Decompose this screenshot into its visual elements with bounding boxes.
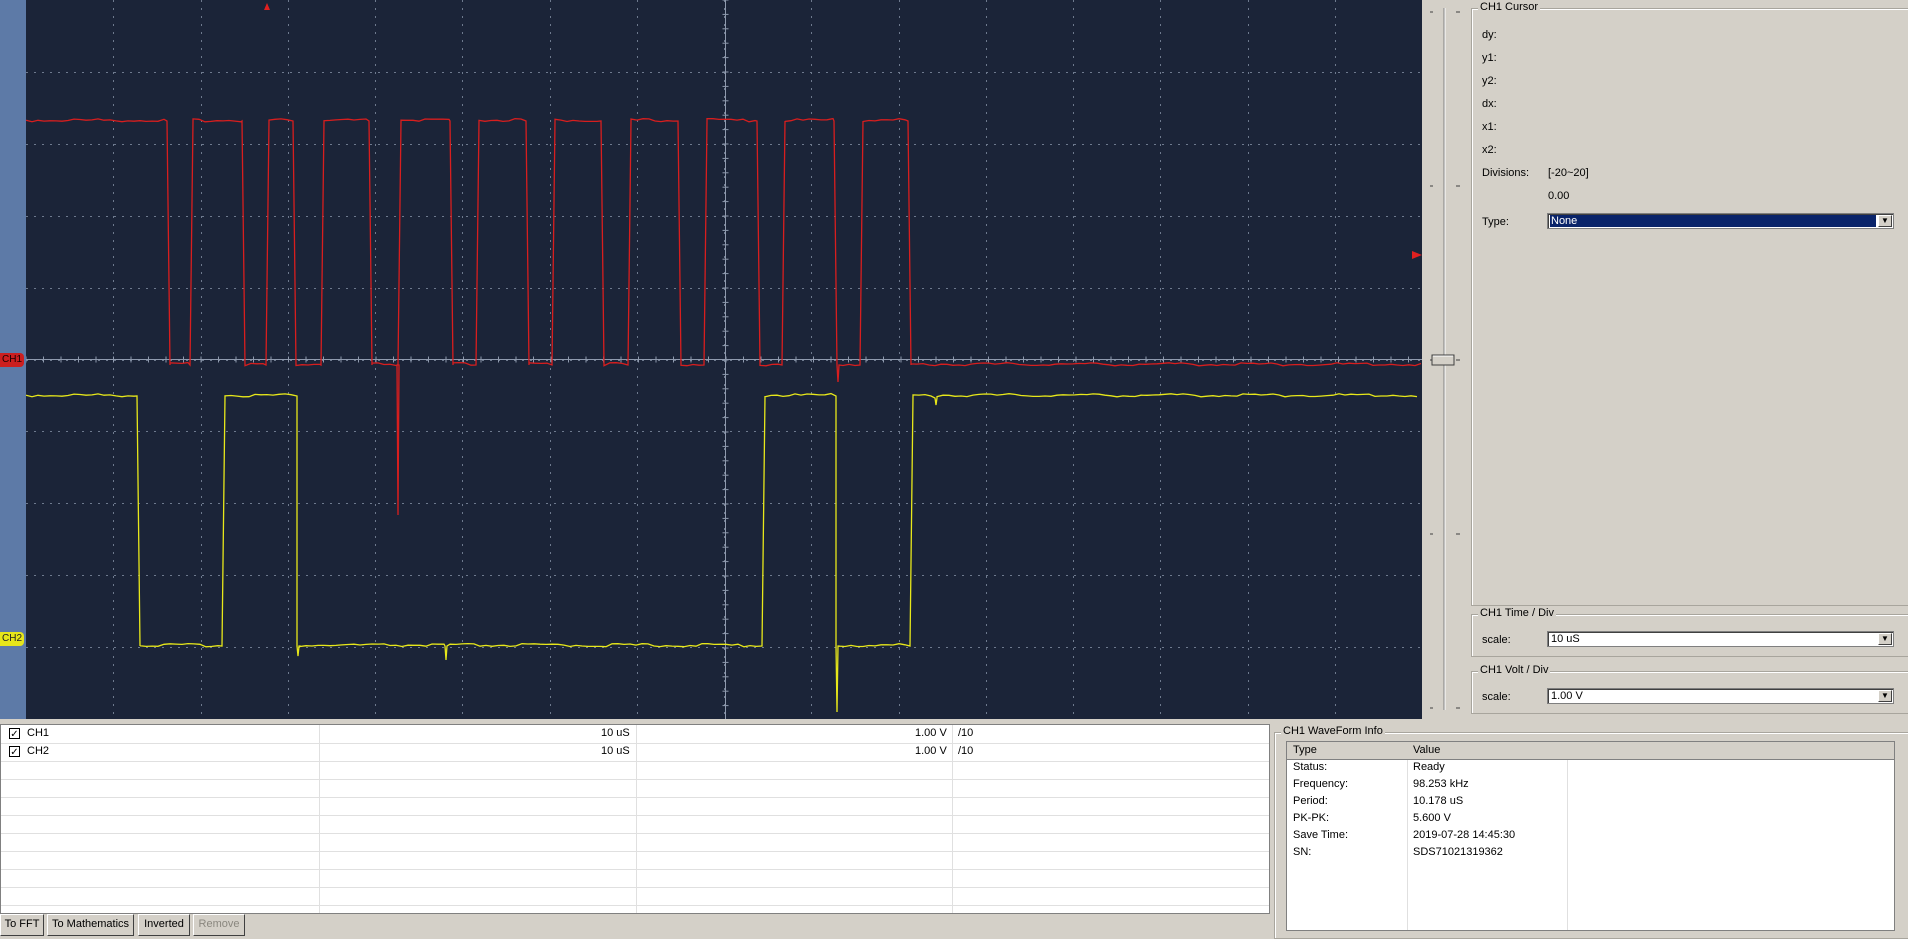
table-row: Save Time: 2019-07-28 14:45:30 <box>1287 827 1894 844</box>
table-row[interactable]: ✓ CH2 10 uS 1.00 V /10 <box>1 743 1269 762</box>
info-value: 2019-07-28 14:45:30 <box>1413 829 1516 841</box>
table-row <box>1 797 1269 816</box>
chevron-down-icon[interactable]: ▼ <box>1878 690 1892 702</box>
ch1-level-marker[interactable]: CH1 <box>0 353 25 367</box>
inverted-button[interactable]: Inverted <box>138 914 190 936</box>
table-row: SN: SDS71021319362 <box>1287 844 1894 861</box>
table-row <box>1 887 1269 906</box>
cursor-field-label: dy: <box>1482 29 1497 41</box>
ch1-checkbox[interactable]: ✓ <box>9 728 20 740</box>
table-row: Period: 10.178 uS <box>1287 793 1894 810</box>
grid <box>26 0 1422 719</box>
trigger-position-icon[interactable] <box>264 3 270 10</box>
table-row <box>1 815 1269 834</box>
volt-scale-select[interactable]: 1.00 V ▼ <box>1547 688 1894 704</box>
table-row[interactable]: ✓ CH1 10 uS 1.00 V /10 <box>1 725 1269 744</box>
time-scale-value: 10 uS <box>1551 633 1580 645</box>
channel-probe: /10 <box>958 745 974 757</box>
chevron-down-icon[interactable]: ▼ <box>1878 215 1892 227</box>
chevron-down-icon[interactable]: ▼ <box>1878 633 1892 645</box>
time-div-title: CH1 Time / Div <box>1478 607 1556 619</box>
table-header: Type Value <box>1287 742 1894 760</box>
info-value: 10.178 uS <box>1413 795 1464 807</box>
info-type: Save Time: <box>1293 829 1349 841</box>
table-row: Status: Ready <box>1287 759 1894 776</box>
volt-scale-label: scale: <box>1482 691 1511 703</box>
channel-volt: 1.00 V <box>915 745 947 757</box>
channel-probe: /10 <box>958 727 974 739</box>
cursor-field-label: y1: <box>1482 52 1497 64</box>
channel-volt: 1.00 V <box>915 727 947 739</box>
trigger-level-icon[interactable] <box>1412 251 1422 259</box>
slider-track <box>1430 8 1460 710</box>
volt-scale-value: 1.00 V <box>1551 690 1583 702</box>
oscilloscope-display[interactable] <box>26 0 1422 719</box>
channel-name: CH2 <box>27 745 50 757</box>
table-row <box>1 869 1269 888</box>
cursor-field-label: y2: <box>1482 75 1497 87</box>
info-type: Status: <box>1293 761 1328 773</box>
info-type: SN: <box>1293 846 1312 858</box>
cursor-type-value: None <box>1551 215 1578 227</box>
divisions-label: Divisions: <box>1482 167 1530 179</box>
channel-name: CH1 <box>27 727 50 739</box>
cursor-group-title: CH1 Cursor <box>1478 1 1541 13</box>
info-value: 5.600 V <box>1413 812 1451 824</box>
cursor-type-label: Type: <box>1482 216 1509 228</box>
cursor-field-label: dx: <box>1482 98 1497 110</box>
channel-time: 10 uS <box>601 727 630 739</box>
header-value[interactable]: Value <box>1413 744 1440 756</box>
table-row <box>1 779 1269 798</box>
table-row <box>1 761 1269 780</box>
info-type: Period: <box>1293 795 1328 807</box>
channel-table: ✓ CH1 10 uS 1.00 V /10 ✓ CH2 10 uS 1.00 … <box>0 724 1270 914</box>
waveform-info-table: Type Value Status: Ready Frequency: 98.2… <box>1286 741 1895 931</box>
to-fft-button[interactable]: To FFT <box>0 914 44 936</box>
waveform-canvas <box>26 0 1422 719</box>
table-row <box>1 851 1269 870</box>
cursor-field-label: x1: <box>1482 121 1497 133</box>
divisions-range: [-20~20] <box>1548 167 1589 179</box>
info-value: SDS71021319362 <box>1413 846 1503 858</box>
table-row: Frequency: 98.253 kHz <box>1287 776 1894 793</box>
remove-button[interactable]: Remove <box>193 914 245 936</box>
ch2-checkbox[interactable]: ✓ <box>9 746 20 758</box>
cursor-field-label: x2: <box>1482 144 1497 156</box>
cursor-type-select[interactable]: None ▼ <box>1547 213 1894 229</box>
time-scale-label: scale: <box>1482 634 1511 646</box>
to-mathematics-button[interactable]: To Mathematics <box>47 914 134 936</box>
table-row <box>1 833 1269 852</box>
channel-time: 10 uS <box>601 745 630 757</box>
waveform-info-title: CH1 WaveForm Info <box>1281 725 1385 737</box>
table-row: PK-PK: 5.600 V <box>1287 810 1894 827</box>
ch2-level-marker[interactable]: CH2 <box>0 632 25 646</box>
vertical-offset-slider[interactable] <box>1422 0 1467 719</box>
ch2-waveform <box>26 392 1418 713</box>
divisions-value: 0.00 <box>1548 190 1570 202</box>
header-type[interactable]: Type <box>1293 744 1317 756</box>
info-type: PK-PK: <box>1293 812 1330 824</box>
info-value: 98.253 kHz <box>1413 778 1469 790</box>
time-scale-select[interactable]: 10 uS ▼ <box>1547 631 1894 647</box>
cursor-group: CH1 Cursor <box>1471 1 1908 606</box>
info-type: Frequency: <box>1293 778 1349 790</box>
volt-div-title: CH1 Volt / Div <box>1478 664 1551 676</box>
info-value: Ready <box>1413 761 1445 773</box>
